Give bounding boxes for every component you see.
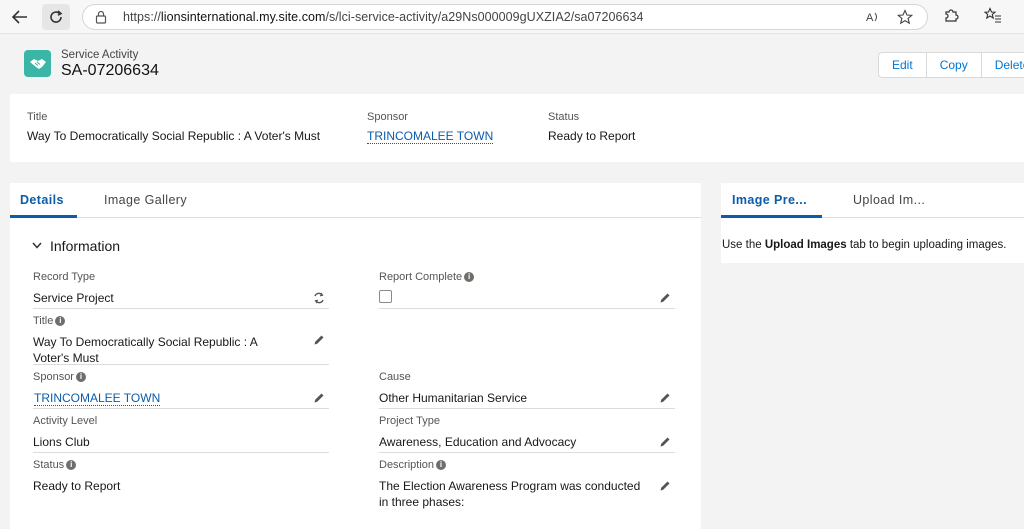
field-record-type: Record Type Service Project: [33, 271, 329, 309]
details-tabs: Details Image Gallery: [10, 183, 701, 218]
extensions-icon[interactable]: [943, 7, 959, 27]
information-section-toggle[interactable]: Information: [32, 238, 120, 254]
info-icon[interactable]: i: [464, 272, 475, 282]
tab-image-preview[interactable]: Image Pre...: [732, 193, 807, 207]
delete-button[interactable]: Delete: [982, 53, 1024, 77]
highlight-title: Title Way To Democratically Social Repub…: [27, 111, 321, 143]
field-project-type: Project Type Awareness, Education and Ad…: [379, 415, 675, 453]
field-activity-level: Activity Level Lions Club: [33, 415, 329, 453]
image-preview-area: [721, 263, 1024, 529]
copy-button[interactable]: Copy: [927, 53, 982, 77]
pencil-icon[interactable]: [659, 480, 671, 492]
back-arrow-icon[interactable]: [6, 4, 34, 30]
report-complete-checkbox[interactable]: [379, 290, 392, 303]
field-cause: Cause Other Humanitarian Service: [379, 371, 675, 409]
reload-icon[interactable]: [42, 4, 70, 30]
record-name: SA-07206634: [61, 62, 159, 79]
record-kind: Service Activity: [61, 49, 139, 61]
field-description: Description i The Election Awareness Prog…: [379, 459, 675, 519]
tab-image-gallery[interactable]: Image Gallery: [104, 193, 187, 207]
handshake-icon: [24, 50, 51, 77]
section-title: Information: [50, 238, 121, 254]
record-header: Service Activity SA-07206634 Edit Copy D…: [0, 34, 1024, 92]
pencil-icon[interactable]: [313, 334, 325, 346]
field-report-complete: Report Complete i: [379, 271, 675, 309]
upload-hint: Use the Upload Images tab to begin uploa…: [722, 239, 1007, 251]
pencil-icon[interactable]: [659, 436, 671, 448]
star-icon[interactable]: [896, 9, 914, 28]
address-bar[interactable]: https://lionsinternational.my.site.com/s…: [82, 4, 928, 30]
chevron-down-icon: [32, 240, 46, 252]
image-tabs: Image Pre... Upload Im...: [721, 183, 1024, 218]
images-card: Image Pre... Upload Im... Use the Upload…: [721, 183, 1024, 529]
read-aloud-icon[interactable]: A: [865, 9, 881, 28]
info-icon[interactable]: i: [436, 460, 447, 470]
tab-details[interactable]: Details: [20, 193, 64, 207]
change-record-type-icon[interactable]: [313, 292, 325, 304]
pencil-icon[interactable]: [659, 392, 671, 404]
pencil-icon[interactable]: [659, 292, 671, 304]
active-tab-indicator: [721, 215, 822, 218]
url-text[interactable]: https://lionsinternational.my.site.com/s…: [123, 10, 644, 24]
lock-icon[interactable]: [95, 10, 107, 24]
info-icon[interactable]: i: [55, 316, 66, 326]
highlight-sponsor: Sponsor TRINCOMALEE TOWN: [367, 111, 494, 144]
sponsor-link[interactable]: TRINCOMALEE TOWN: [34, 391, 161, 406]
details-card: Details Image Gallery Information Record…: [10, 183, 701, 529]
svg-text:A: A: [866, 12, 874, 24]
favorites-icon[interactable]: [983, 7, 1002, 27]
sponsor-link[interactable]: TRINCOMALEE TOWN: [367, 129, 494, 144]
browser-toolbar: https://lionsinternational.my.site.com/s…: [0, 0, 1024, 34]
record-actions: Edit Copy Delete: [878, 52, 1024, 78]
edit-button[interactable]: Edit: [879, 53, 927, 77]
field-status: Status i Ready to Report: [33, 459, 121, 493]
active-tab-indicator: [10, 215, 77, 218]
info-icon[interactable]: i: [75, 372, 86, 382]
field-title: Title i Way To Democratically Social Repu…: [33, 315, 329, 365]
tab-upload-images[interactable]: Upload Im...: [853, 193, 925, 207]
field-sponsor: Sponsor i TRINCOMALEE TOWN: [33, 371, 329, 409]
info-icon[interactable]: i: [66, 460, 77, 470]
highlights-panel: Title Way To Democratically Social Repub…: [10, 94, 1024, 162]
highlight-status: Status Ready to Report: [548, 111, 636, 143]
pencil-icon[interactable]: [313, 392, 325, 404]
